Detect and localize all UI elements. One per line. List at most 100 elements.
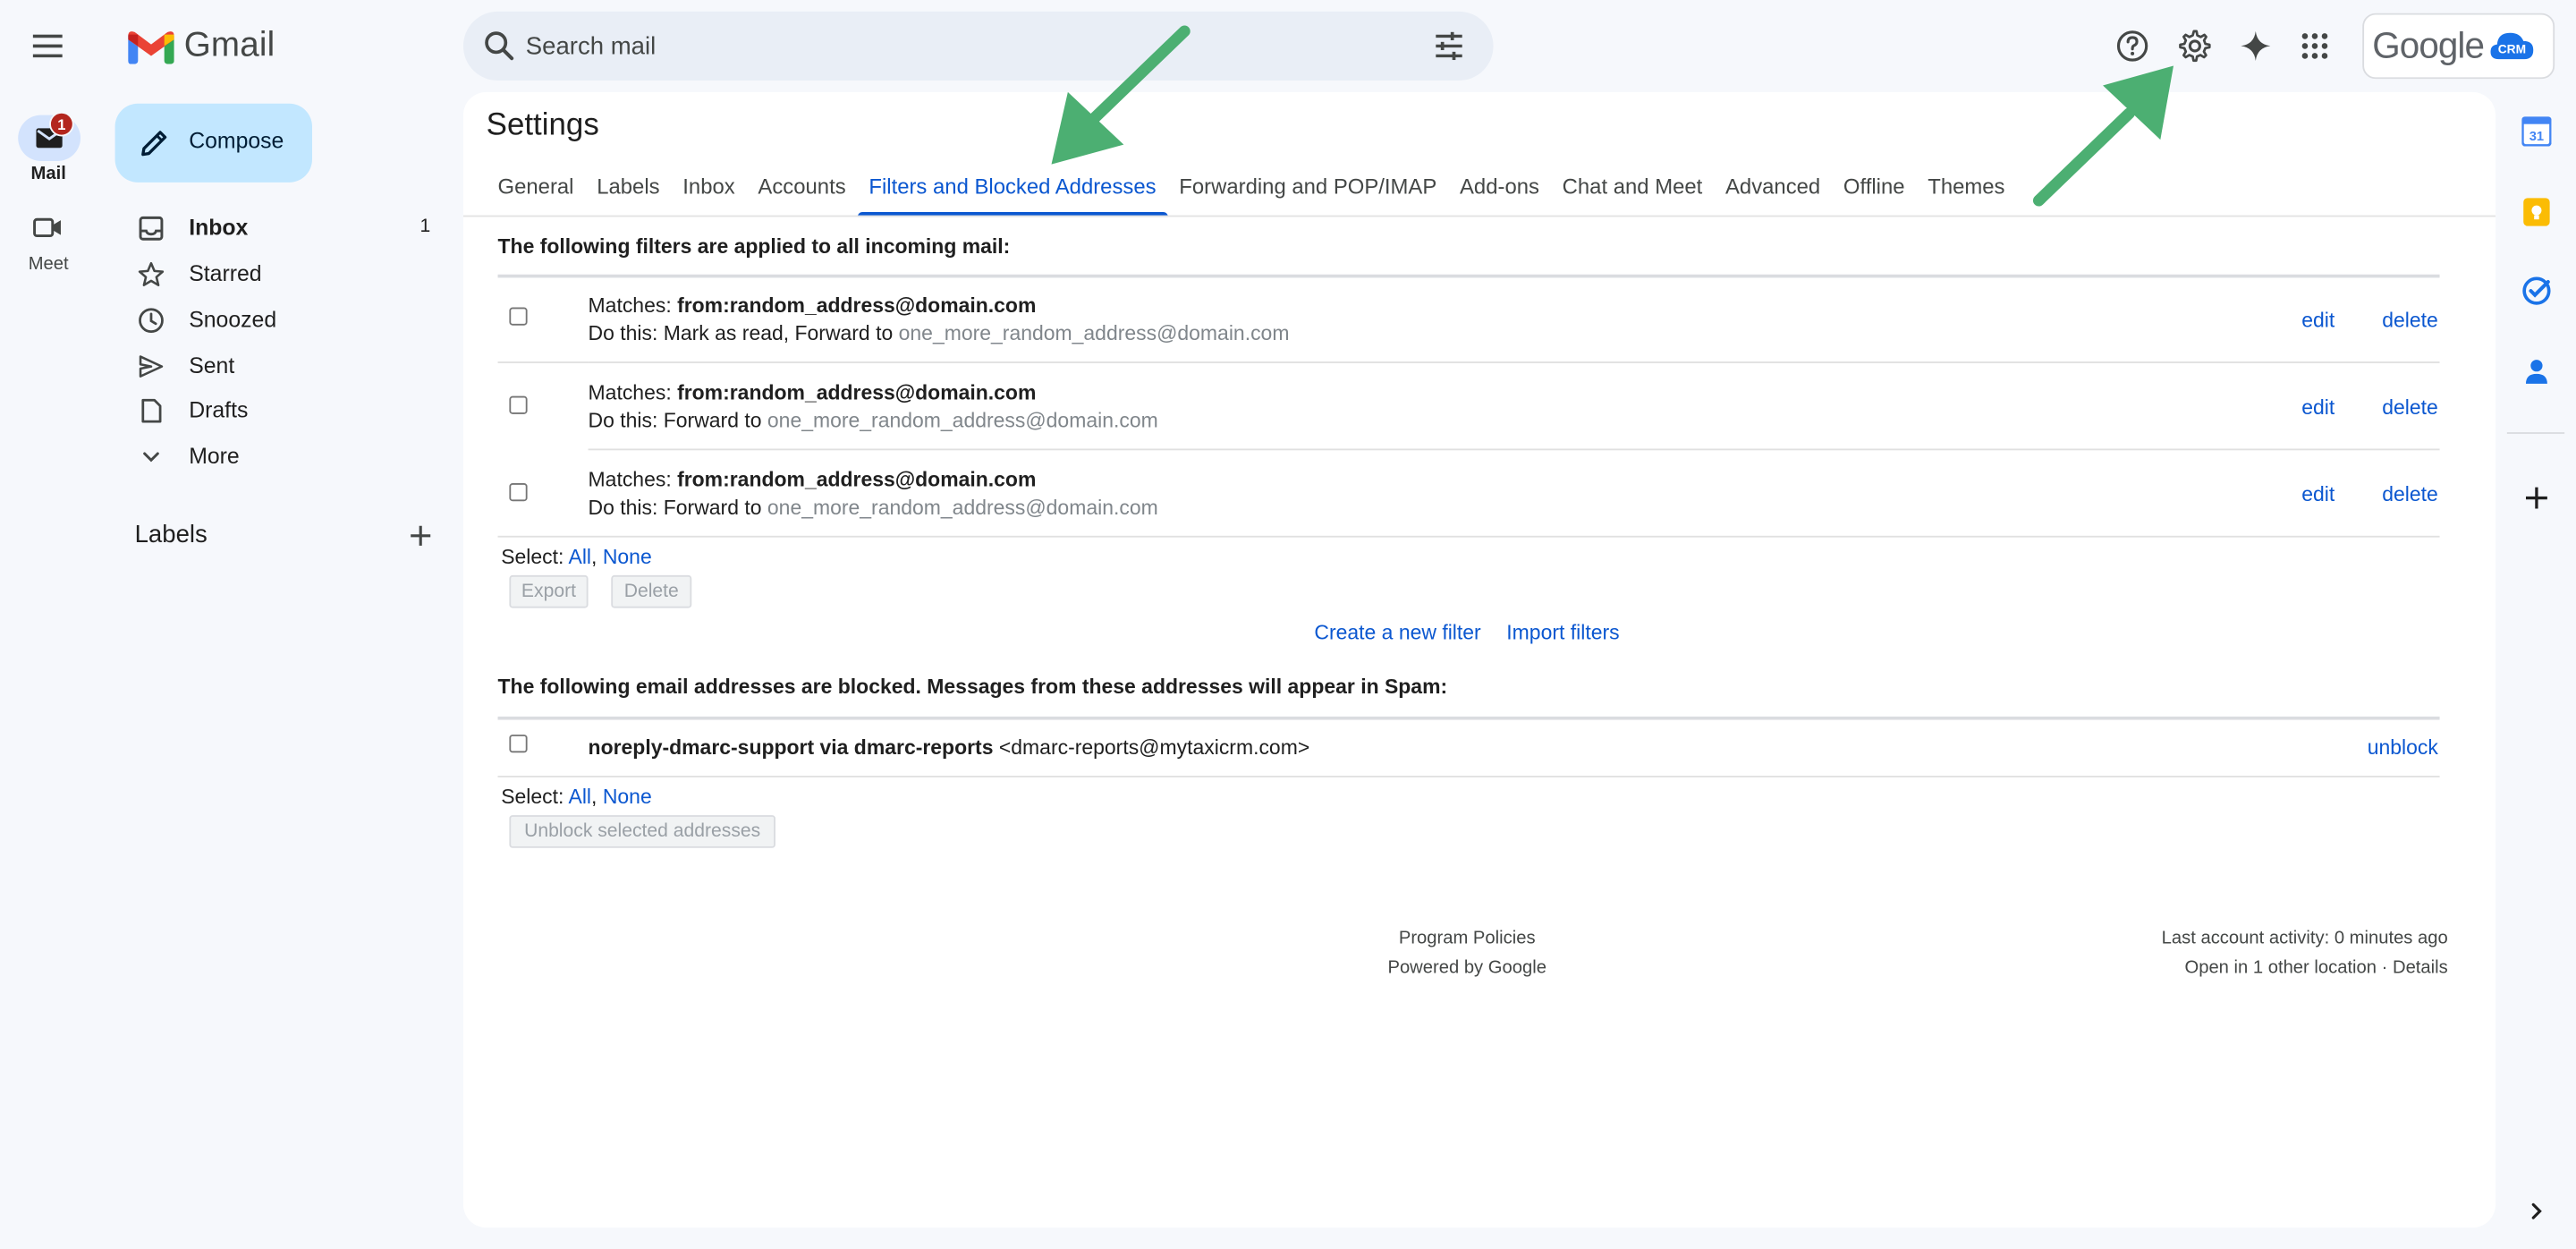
nav-item-label: More xyxy=(189,443,240,469)
forward-address: one_more_random_address@domain.com xyxy=(767,409,1158,433)
details-link[interactable]: Details xyxy=(2393,957,2448,977)
tab-chat-and-meet[interactable]: Chat and Meet xyxy=(1551,163,1714,217)
filter-criteria: from:random_address@domain.com xyxy=(677,468,1037,492)
page-title: Settings xyxy=(486,108,599,143)
select-all-link[interactable]: All xyxy=(569,546,592,569)
tab-accounts[interactable]: Accounts xyxy=(747,163,858,217)
tab-filters-and-blocked-addresses[interactable]: Filters and Blocked Addresses xyxy=(857,163,1168,217)
tab-general[interactable]: General xyxy=(487,163,586,217)
tab-labels[interactable]: Labels xyxy=(585,163,671,217)
divider xyxy=(497,775,2440,777)
chevron-down-icon xyxy=(143,452,159,463)
crm-badge-text: CRM xyxy=(2498,43,2526,56)
divider xyxy=(588,361,2440,363)
filter-criteria: from:random_address@domain.com xyxy=(677,293,1037,318)
sparkle-icon xyxy=(2241,30,2271,61)
tab-add-ons[interactable]: Add-ons xyxy=(1448,163,1551,217)
crm-avatar-icon: CRM xyxy=(2490,32,2534,60)
search-icon[interactable] xyxy=(483,30,516,63)
blocked-checkbox[interactable] xyxy=(509,735,528,753)
tab-themes[interactable]: Themes xyxy=(1916,163,2016,217)
import-filters-link[interactable]: Import filters xyxy=(1506,621,1619,644)
draft-icon xyxy=(141,398,162,423)
support-button[interactable] xyxy=(2108,21,2157,71)
filter-select-controls: Select: All, None xyxy=(501,545,652,569)
tab-forwarding-pop-imap[interactable]: Forwarding and POP/IMAP xyxy=(1167,163,1448,217)
program-policies-link[interactable]: Program Policies xyxy=(1334,925,1600,954)
calendar-icon: 31 xyxy=(2521,116,2552,147)
nav-item-more[interactable]: More xyxy=(115,434,447,480)
filter-checkbox[interactable] xyxy=(509,395,528,414)
create-label-button[interactable] xyxy=(404,519,437,552)
filter-action: Do this: Forward to one_more_random_addr… xyxy=(588,409,1158,433)
powered-by: Powered by Google xyxy=(1387,956,1546,978)
forward-address: one_more_random_address@domain.com xyxy=(767,496,1158,520)
account-activity: Last account activity: 0 minutes ago Ope… xyxy=(2162,925,2448,982)
filter-criteria: from:random_address@domain.com xyxy=(677,381,1037,404)
tasks-app[interactable] xyxy=(2519,273,2555,309)
create-filter-link[interactable]: Create a new filter xyxy=(1314,621,1480,644)
select-none-link[interactable]: None xyxy=(603,786,652,809)
calendar-app[interactable]: 31 xyxy=(2519,114,2555,149)
nav-item-sent[interactable]: Sent xyxy=(115,344,447,389)
contacts-app[interactable] xyxy=(2519,353,2555,389)
get-add-ons-button[interactable] xyxy=(2519,480,2555,515)
nav-item-label: Inbox xyxy=(189,215,249,241)
search-input[interactable] xyxy=(525,11,1380,81)
edit-filter-link[interactable]: edit xyxy=(2301,483,2334,506)
delete-filter-link[interactable]: delete xyxy=(2382,396,2438,420)
tab-inbox[interactable]: Inbox xyxy=(671,163,746,217)
gmail-logo[interactable]: Gmail xyxy=(128,26,275,65)
select-all-link[interactable]: All xyxy=(569,786,592,809)
edit-filter-link[interactable]: edit xyxy=(2301,309,2334,332)
clock-icon xyxy=(139,308,164,334)
edit-filter-link[interactable]: edit xyxy=(2301,396,2334,420)
divider xyxy=(497,274,2440,278)
keep-icon xyxy=(2523,198,2550,226)
select-none-link[interactable]: None xyxy=(603,546,652,569)
google-wordmark: Google xyxy=(2372,24,2485,66)
divider xyxy=(588,448,2440,451)
search-bar[interactable] xyxy=(462,11,1494,81)
nav-item-starred[interactable]: Starred xyxy=(115,251,447,297)
show-side-panel-button[interactable] xyxy=(2519,1194,2555,1229)
filter-checkbox[interactable] xyxy=(509,483,528,502)
google-apps-button[interactable] xyxy=(2290,21,2339,71)
other-location: Open in 1 other location · xyxy=(2184,956,2393,978)
export-button[interactable]: Export xyxy=(509,574,589,608)
settings-button[interactable] xyxy=(2170,21,2219,71)
filter-checkbox[interactable] xyxy=(509,307,528,326)
tab-advanced[interactable]: Advanced xyxy=(1714,163,1832,217)
delete-filter-link[interactable]: delete xyxy=(2382,309,2438,332)
rail-meet[interactable]: Meet xyxy=(0,204,97,283)
unblock-link[interactable]: unblock xyxy=(2368,736,2438,760)
gemini-button[interactable] xyxy=(2231,21,2280,71)
plus-icon xyxy=(2525,487,2547,509)
delete-selected-button[interactable]: Delete xyxy=(611,574,692,608)
divider xyxy=(497,361,589,363)
pencil-icon xyxy=(141,131,167,157)
search-options-icon[interactable] xyxy=(1433,30,1466,63)
tasks-icon xyxy=(2522,276,2551,305)
chevron-right-icon xyxy=(2531,1202,2542,1219)
side-panel-divider xyxy=(2506,432,2565,434)
delete-filter-link[interactable]: delete xyxy=(2382,483,2438,506)
rail-mail[interactable]: 1 Mail xyxy=(0,111,97,191)
mail-unread-badge: 1 xyxy=(49,111,74,137)
main-menu-button[interactable] xyxy=(23,21,72,71)
blocked-select-controls: Select: All, None xyxy=(501,786,652,809)
last-activity: Last account activity: 0 minutes ago xyxy=(2161,928,2448,948)
apps-grid-icon xyxy=(2301,33,2328,59)
tab-offline[interactable]: Offline xyxy=(1832,163,1916,217)
account-switcher[interactable]: Google CRM xyxy=(2362,13,2555,80)
unblock-selected-button[interactable]: Unblock selected addresses xyxy=(509,815,775,848)
nav-item-drafts[interactable]: Drafts xyxy=(115,387,447,433)
nav-item-inbox[interactable]: Inbox 1 xyxy=(115,206,447,251)
settings-tabs: General Labels Inbox Accounts Filters an… xyxy=(487,163,2017,217)
nav-item-label: Snoozed xyxy=(189,307,277,333)
compose-button[interactable]: Compose xyxy=(114,103,312,183)
contacts-icon xyxy=(2525,360,2547,384)
nav-item-snoozed[interactable]: Snoozed xyxy=(115,297,447,343)
video-camera-icon xyxy=(33,217,61,238)
keep-app[interactable] xyxy=(2519,194,2555,230)
